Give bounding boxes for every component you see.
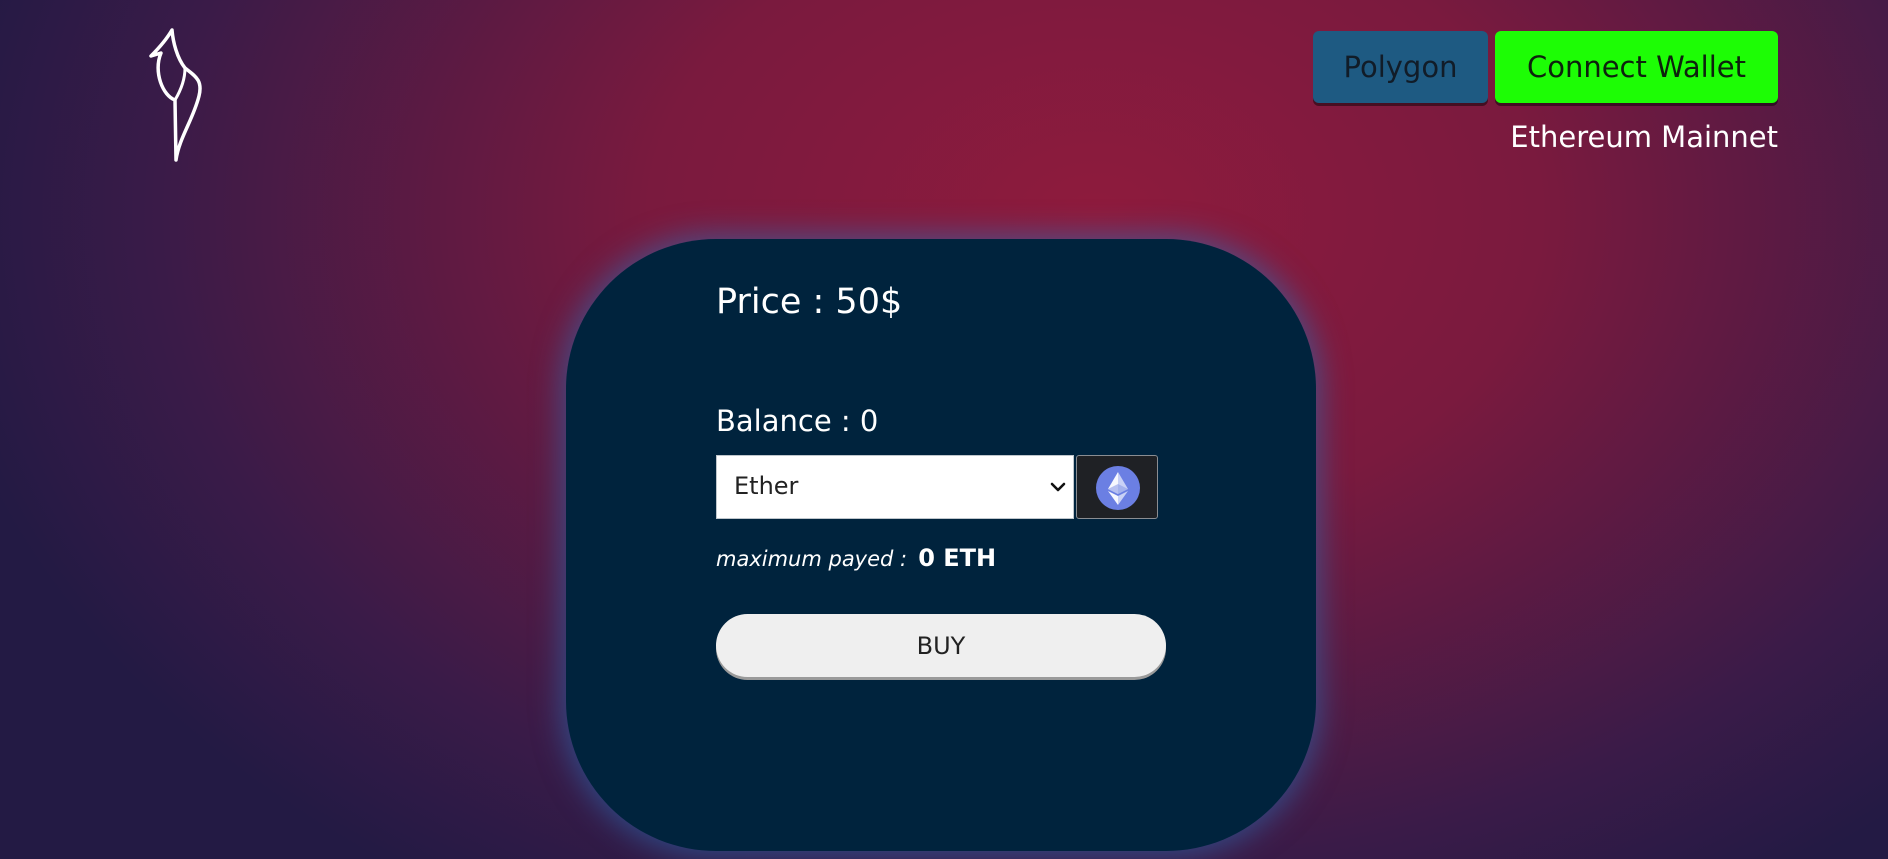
token-select-value: Ether — [734, 472, 799, 500]
network-switch-button[interactable]: Polygon — [1313, 31, 1488, 103]
purchase-card: Price : 50$ Balance : 0 Ether maximum pa… — [566, 239, 1316, 851]
price-text: Price : 50$ — [716, 282, 903, 322]
bird-logo-icon — [149, 28, 202, 162]
max-payed-row: maximum payed : 0 ETH — [716, 544, 996, 572]
balance-text: Balance : 0 — [716, 404, 879, 438]
chevron-down-icon — [1050, 482, 1066, 492]
max-payed-label: maximum payed : — [716, 547, 908, 571]
max-payed-value: 0 ETH — [918, 544, 997, 572]
token-select[interactable]: Ether — [716, 455, 1074, 519]
token-icon-box — [1076, 455, 1158, 519]
buy-button[interactable]: BUY — [716, 614, 1166, 677]
connect-wallet-button[interactable]: Connect Wallet — [1495, 31, 1778, 103]
current-network-label: Ethereum Mainnet — [1510, 120, 1778, 154]
ethereum-icon — [1096, 466, 1140, 510]
